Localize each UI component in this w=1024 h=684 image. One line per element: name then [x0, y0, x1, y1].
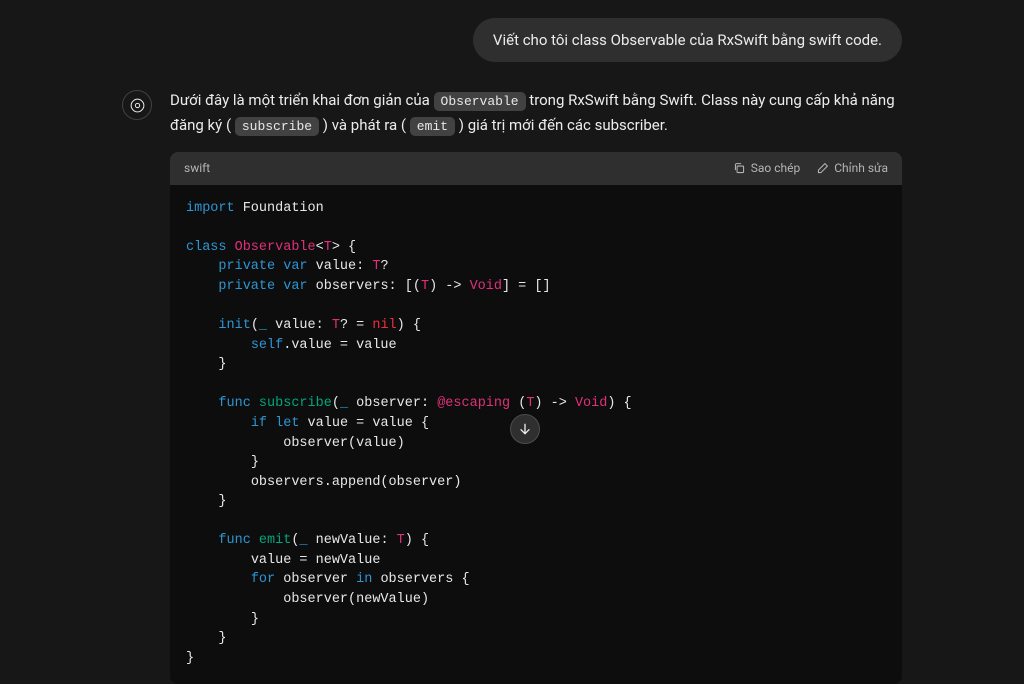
tok: let	[275, 416, 299, 431]
tok: .value = value	[283, 338, 396, 353]
tok: observers.append(observer)	[251, 475, 462, 490]
scroll-down-button[interactable]	[510, 414, 540, 444]
text-segment: ) và phát ra (	[323, 116, 406, 134]
tok: for	[251, 572, 275, 587]
tok: self	[251, 338, 283, 353]
tok: ? =	[340, 318, 372, 333]
openai-logo-icon	[129, 97, 146, 114]
tok: }	[218, 494, 226, 509]
tok: ) {	[405, 533, 429, 548]
tok: T	[324, 240, 332, 255]
tok: <	[316, 240, 324, 255]
tok: emit	[259, 533, 291, 548]
tok: observer(value)	[283, 436, 405, 451]
tok: newValue:	[308, 533, 397, 548]
code-block-actions: Sao chép Chỉnh sửa	[733, 159, 888, 178]
tok: T	[332, 318, 340, 333]
tok: ?	[380, 259, 388, 274]
code-block: swift Sao chép Chỉnh sửa import Foundati…	[170, 152, 902, 684]
tok: ) ->	[429, 279, 470, 294]
tok: value:	[267, 318, 332, 333]
tok: Observable	[235, 240, 316, 255]
inline-code-subscribe: subscribe	[235, 117, 319, 136]
tok: > {	[332, 240, 356, 255]
tok: value = newValue	[251, 553, 381, 568]
tok: Void	[575, 396, 607, 411]
tok: T	[421, 279, 429, 294]
tok: observers {	[372, 572, 469, 587]
code-language-label: swift	[184, 159, 733, 178]
edit-label: Chỉnh sửa	[834, 159, 888, 178]
tok: in	[356, 572, 372, 587]
assistant-paragraph: Dưới đây là một triển khai đơn giản của …	[170, 88, 902, 138]
tok: }	[218, 631, 226, 646]
tok: import	[186, 201, 235, 216]
tok: var	[283, 259, 307, 274]
tok: }	[251, 612, 259, 627]
tok: nil	[372, 318, 396, 333]
tok: func	[218, 396, 259, 411]
tok: init	[218, 318, 250, 333]
tok: Foundation	[235, 201, 324, 216]
tok: func	[218, 533, 259, 548]
tok: ) {	[607, 396, 631, 411]
tok: var	[283, 279, 307, 294]
tok: _	[299, 533, 307, 548]
tok: _	[340, 396, 348, 411]
tok: T	[397, 533, 405, 548]
tok: private	[218, 259, 283, 274]
tok: observer	[275, 572, 356, 587]
text-segment: Dưới đây là một triển khai đơn giản của	[170, 91, 434, 109]
tok: value:	[308, 259, 373, 274]
assistant-avatar	[122, 90, 152, 120]
edit-icon	[816, 162, 829, 175]
text-segment: ) giá trị mới đến các subscriber.	[459, 116, 668, 134]
tok: }	[251, 455, 259, 470]
user-message-row: Viết cho tôi class Observable của RxSwif…	[122, 18, 902, 62]
tok: subscribe	[259, 396, 332, 411]
tok: class	[186, 240, 235, 255]
inline-code-observable: Observable	[434, 92, 526, 111]
arrow-down-icon	[517, 421, 533, 437]
tok: observer(newValue)	[283, 592, 429, 607]
inline-code-emit: emit	[410, 117, 455, 136]
tok: }	[186, 651, 194, 666]
assistant-body: Dưới đây là một triển khai đơn giản của …	[170, 88, 902, 684]
tok: value = value {	[299, 416, 429, 431]
tok: (	[510, 396, 526, 411]
tok: }	[218, 357, 226, 372]
tok: Void	[470, 279, 502, 294]
tok: ) {	[397, 318, 421, 333]
assistant-message-row: Dưới đây là một triển khai đơn giản của …	[122, 88, 902, 684]
tok: _	[259, 318, 267, 333]
tok: ] = []	[502, 279, 551, 294]
user-message-bubble[interactable]: Viết cho tôi class Observable của RxSwif…	[473, 18, 902, 62]
copy-label: Sao chép	[751, 159, 800, 178]
tok: observers: [(	[308, 279, 421, 294]
tok: observer:	[348, 396, 437, 411]
tok: if	[251, 416, 275, 431]
copy-button[interactable]: Sao chép	[733, 159, 800, 178]
edit-button[interactable]: Chỉnh sửa	[816, 159, 888, 178]
tok: (	[251, 318, 259, 333]
copy-icon	[733, 162, 746, 175]
tok: ) ->	[534, 396, 575, 411]
tok: private	[218, 279, 283, 294]
tok: @escaping	[437, 396, 510, 411]
code-block-header: swift Sao chép Chỉnh sửa	[170, 152, 902, 185]
user-message-text: Viết cho tôi class Observable của RxSwif…	[493, 31, 882, 49]
tok: (	[332, 396, 340, 411]
